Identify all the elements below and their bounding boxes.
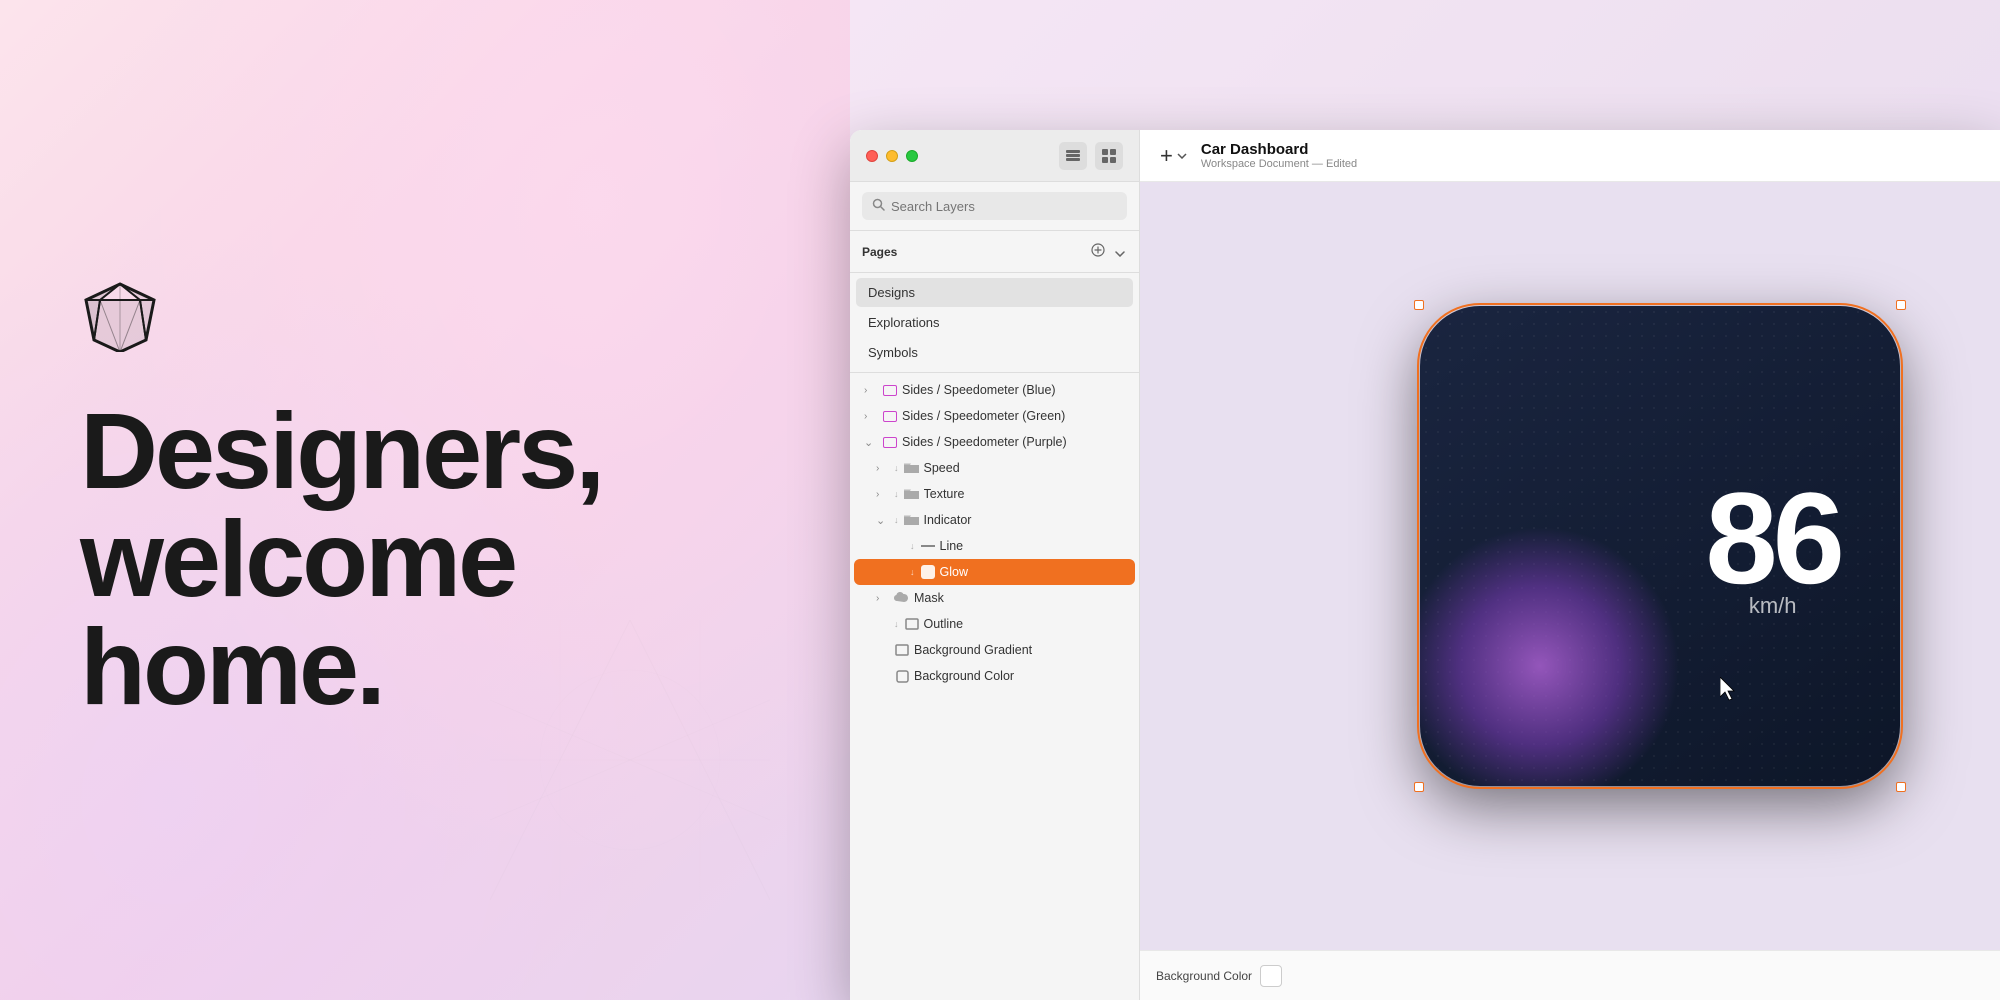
layer-item-glow[interactable]: ↓ Glow bbox=[854, 559, 1135, 585]
grid-view-icon[interactable] bbox=[1095, 142, 1123, 170]
layer-item-line[interactable]: ↓ Line bbox=[854, 533, 1135, 559]
folder-icon bbox=[904, 512, 920, 528]
search-input[interactable] bbox=[891, 199, 1117, 214]
resize-handle-br[interactable] bbox=[1896, 782, 1906, 792]
symbol-indicator: ↓ bbox=[894, 463, 899, 473]
resize-handle-tr[interactable] bbox=[1896, 300, 1906, 310]
view-toggle-icon[interactable] bbox=[1059, 142, 1087, 170]
minimize-button[interactable] bbox=[886, 150, 898, 162]
folder-icon bbox=[904, 460, 920, 476]
symbol-indicator: ↓ bbox=[894, 619, 899, 629]
pages-label: Pages bbox=[862, 245, 1089, 259]
app-area: Pages Designs Explorations Symbols bbox=[850, 0, 2000, 1000]
symbol-indicator: ↓ bbox=[894, 489, 899, 499]
layer-arrow: › bbox=[876, 489, 890, 500]
symbol-indicator: ↓ bbox=[910, 541, 915, 551]
layer-item[interactable]: › Sides / Speedometer (Blue) bbox=[854, 377, 1135, 403]
folder-icon bbox=[904, 486, 920, 502]
page-item-designs[interactable]: Designs bbox=[856, 278, 1133, 307]
layer-arrow: › bbox=[876, 593, 890, 604]
layer-item-outline[interactable]: ↓ Outline bbox=[854, 611, 1135, 637]
layer-name: Sides / Speedometer (Purple) bbox=[902, 435, 1125, 449]
expand-pages-button[interactable] bbox=[1113, 242, 1127, 262]
artboard-icon bbox=[882, 408, 898, 424]
layer-arrow: ⌄ bbox=[864, 436, 878, 449]
resize-handle-bl[interactable] bbox=[1414, 782, 1424, 792]
rect-combined-icon bbox=[904, 616, 920, 632]
sidebar-titlebar bbox=[850, 130, 1139, 182]
layer-name: Outline bbox=[924, 617, 1126, 631]
background-color-label: Background Color bbox=[1156, 969, 1252, 983]
glow-icon bbox=[920, 564, 936, 580]
pages-header: Pages bbox=[850, 231, 1139, 273]
background-color-swatch[interactable] bbox=[1260, 965, 1282, 987]
pages-list: Designs Explorations Symbols bbox=[850, 273, 1139, 373]
dropdown-arrow-icon bbox=[1177, 153, 1187, 159]
symbol-indicator: ↓ bbox=[910, 567, 915, 577]
hero-text: Designers, welcome home. bbox=[80, 397, 770, 721]
layer-name: Mask bbox=[914, 591, 1125, 605]
layer-name-glow: Glow bbox=[940, 565, 1126, 579]
hero-area: Designers, welcome home. bbox=[0, 0, 850, 1000]
resize-handle-tl[interactable] bbox=[1414, 300, 1424, 310]
layer-name: Sides / Speedometer (Blue) bbox=[902, 383, 1125, 397]
main-content: + Car Dashboard Workspace Document — Edi… bbox=[1140, 130, 2000, 1000]
add-button[interactable]: + bbox=[1156, 139, 1191, 173]
layer-item[interactable]: › Sides / Speedometer (Green) bbox=[854, 403, 1135, 429]
symbol-indicator: ↓ bbox=[894, 515, 899, 525]
maximize-button[interactable] bbox=[906, 150, 918, 162]
layer-item-bg-gradient[interactable]: Background Gradient bbox=[854, 637, 1135, 663]
plus-icon: + bbox=[1160, 143, 1173, 169]
canvas-area[interactable]: 86 km/h bbox=[1140, 182, 2000, 950]
breadcrumb-area: Car Dashboard Workspace Document — Edite… bbox=[1201, 141, 1984, 170]
add-page-button[interactable] bbox=[1089, 241, 1107, 262]
layer-arrow: › bbox=[864, 385, 878, 396]
artboard-icon bbox=[882, 434, 898, 450]
page-item-symbols[interactable]: Symbols bbox=[856, 338, 1133, 367]
page-item-explorations[interactable]: Explorations bbox=[856, 308, 1133, 337]
close-button[interactable] bbox=[866, 150, 878, 162]
search-icon bbox=[872, 198, 885, 214]
speed-value: 86 bbox=[1705, 473, 1840, 603]
layer-name: Speed bbox=[924, 461, 1126, 475]
layer-arrow: › bbox=[876, 463, 890, 474]
layer-arrow: ⌄ bbox=[876, 514, 890, 527]
layer-name: Sides / Speedometer (Green) bbox=[902, 409, 1125, 423]
layer-name: Line bbox=[940, 539, 1126, 553]
main-titlebar: + Car Dashboard Workspace Document — Edi… bbox=[1140, 130, 2000, 182]
search-input-wrap[interactable] bbox=[862, 192, 1127, 220]
layer-name-bg-color: Background Color bbox=[914, 669, 1125, 683]
checkbox-icon bbox=[894, 668, 910, 684]
artboard-icon bbox=[882, 382, 898, 398]
sidebar: Pages Designs Explorations Symbols bbox=[850, 130, 1140, 1000]
layer-arrow: › bbox=[864, 411, 878, 422]
layer-item-bg-color[interactable]: Background Color bbox=[854, 663, 1135, 689]
document-subtitle: Workspace Document — Edited bbox=[1201, 158, 1984, 170]
sketch-logo-icon bbox=[80, 280, 770, 357]
layer-name: Background Gradient bbox=[914, 643, 1125, 657]
layers-list: › Sides / Speedometer (Blue) › Sides / S… bbox=[850, 373, 1139, 1000]
layer-name: Texture bbox=[924, 487, 1126, 501]
layer-item-purple[interactable]: ⌄ Sides / Speedometer (Purple) bbox=[854, 429, 1135, 455]
layer-item-mask[interactable]: › Mask bbox=[854, 585, 1135, 611]
search-bar bbox=[850, 182, 1139, 231]
hero-title: Designers, welcome home. bbox=[80, 397, 770, 721]
cursor-icon bbox=[1720, 677, 1740, 706]
speed-display: 86 km/h bbox=[1705, 473, 1840, 619]
document-title: Car Dashboard bbox=[1201, 141, 1984, 158]
layer-item[interactable]: › ↓ Speed bbox=[854, 455, 1135, 481]
rect-icon bbox=[894, 642, 910, 658]
layer-item[interactable]: › ↓ Texture bbox=[854, 481, 1135, 507]
layer-name: Indicator bbox=[924, 513, 1126, 527]
line-icon bbox=[920, 538, 936, 554]
layer-item-indicator[interactable]: ⌄ ↓ Indicator bbox=[854, 507, 1135, 533]
properties-bottom-bar: Background Color bbox=[1140, 950, 2000, 1000]
cloud-icon bbox=[894, 590, 910, 606]
app-window: Pages Designs Explorations Symbols bbox=[850, 130, 2000, 1000]
speedometer-widget: 86 km/h bbox=[1420, 306, 1900, 786]
